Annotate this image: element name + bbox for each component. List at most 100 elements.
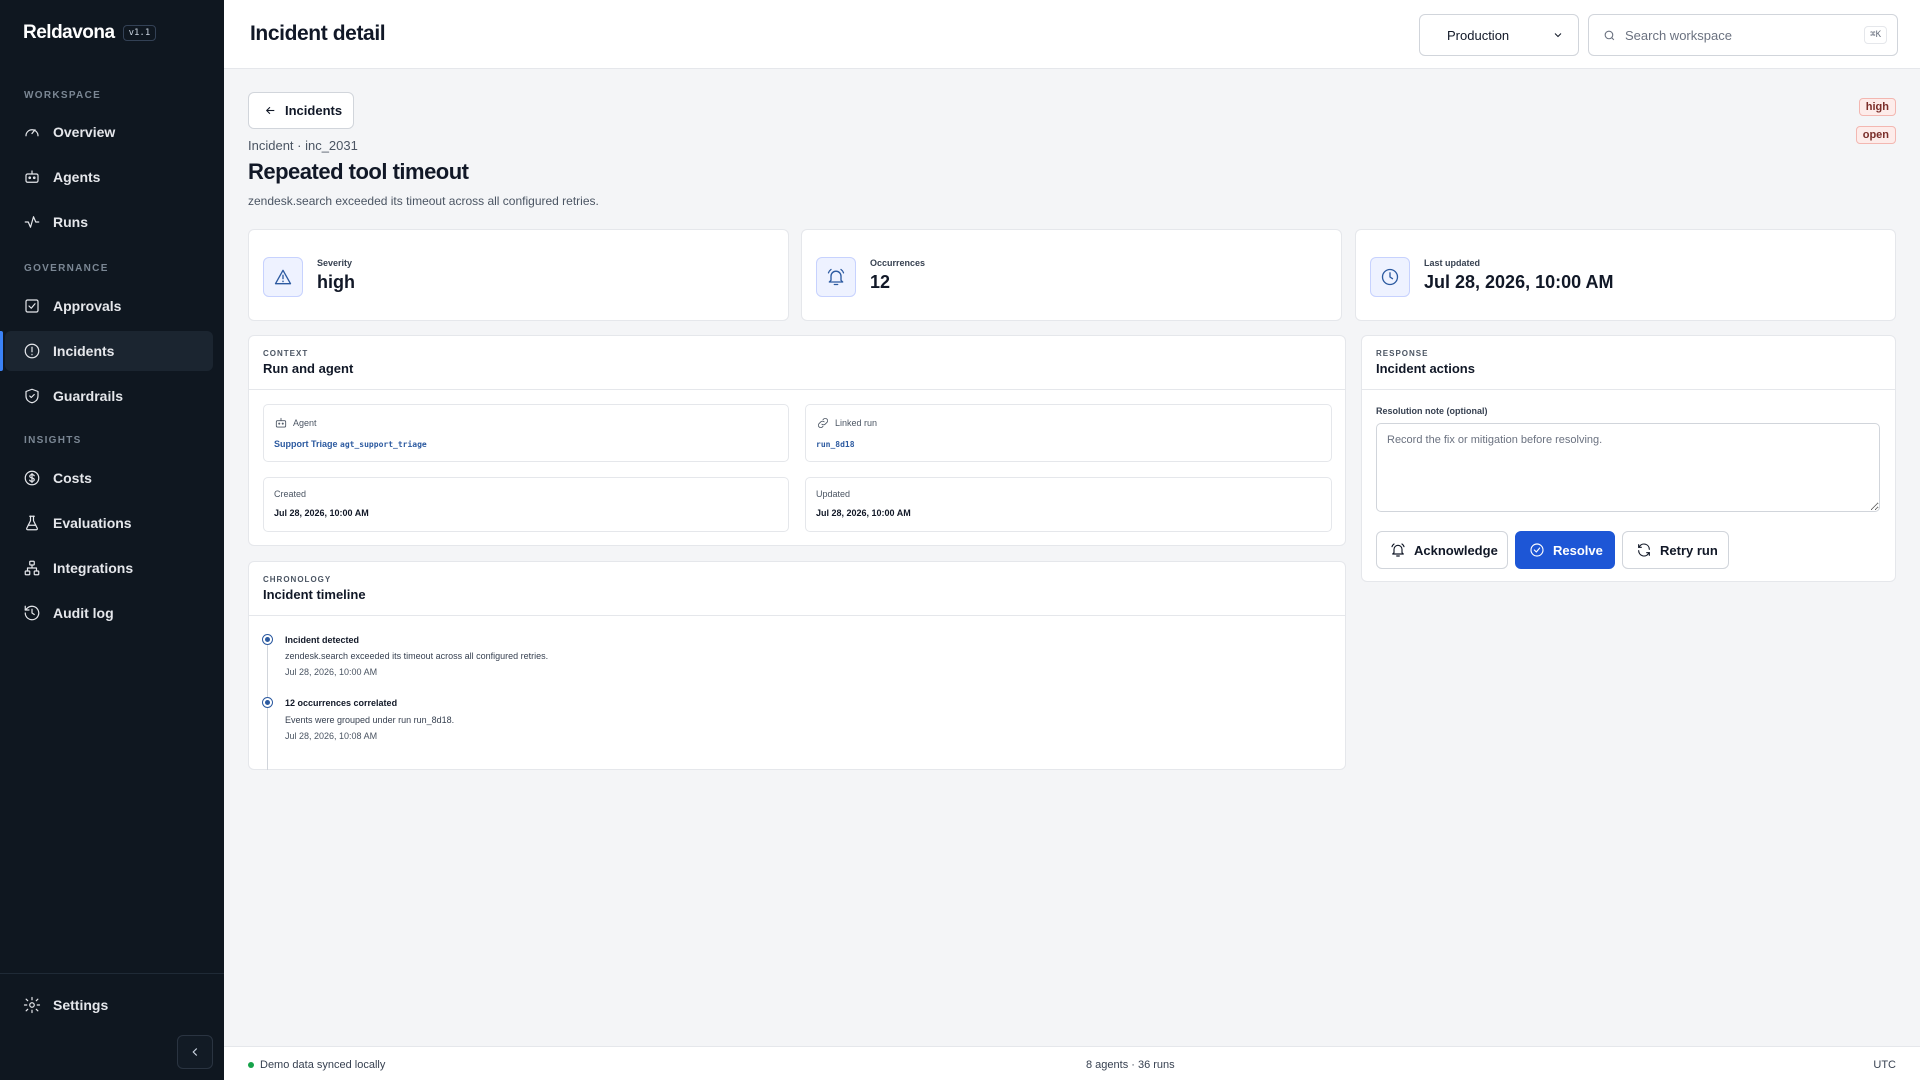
panel-title: Incident timeline <box>263 587 366 602</box>
history-icon <box>24 605 40 621</box>
linked-run-label-text: Linked run <box>835 418 878 428</box>
sync-status-dot <box>248 1062 254 1068</box>
stat-icon-box <box>816 257 856 297</box>
created-field: Created Jul 28, 2026, 10:00 AM <box>263 477 789 532</box>
agent-label: Agent <box>274 416 317 430</box>
created-value: Jul 28, 2026, 10:00 AM <box>274 508 369 518</box>
dollar-circle-icon <box>24 470 40 486</box>
timeline-event-description: Events were grouped under run run_8d18. <box>285 715 455 725</box>
incident-title: Repeated tool timeout <box>248 159 469 184</box>
app-name: Reldavona <box>23 22 115 43</box>
agent-field: Agent Support Triage agt_support_triage <box>263 404 789 462</box>
sidebar-item-label: Incidents <box>53 343 115 359</box>
sidebar-item-guardrails[interactable]: Guardrails <box>5 376 213 416</box>
last-updated-card: Last updated Jul 28, 2026, 10:00 AM <box>1355 229 1896 321</box>
sidebar-item-audit-log[interactable]: Audit log <box>5 593 213 633</box>
gear-icon <box>23 996 41 1014</box>
stat-label: Last updated <box>1424 258 1481 268</box>
stat-icon-box <box>263 257 303 297</box>
incident-description: zendesk.search exceeded its timeout acro… <box>248 194 599 208</box>
stat-value: high <box>317 272 355 292</box>
agent-label-text: Agent <box>293 418 317 428</box>
agent-id: agt_support_triage <box>340 440 427 449</box>
status-bar: Demo data synced locally 8 agents · 36 r… <box>224 1046 1920 1080</box>
search-input[interactable] <box>1625 27 1865 43</box>
sidebar-item-label: Audit log <box>53 605 114 621</box>
chevron-left-icon <box>192 1048 198 1056</box>
sidebar: Reldavona v1.1 WORKSPACE Overview Agents… <box>0 0 224 1080</box>
resolution-note-field[interactable] <box>1376 423 1880 512</box>
resolution-note-label: Resolution note (optional) <box>1376 406 1488 416</box>
timeline-event-title: Incident detected <box>285 635 360 645</box>
occurrences-card: Occurrences 12 <box>801 229 1342 321</box>
panel-title: Incident actions <box>1376 361 1475 376</box>
collapse-sidebar-button[interactable] <box>177 1035 213 1069</box>
created-label: Created <box>274 489 307 499</box>
linked-run-label: Linked run <box>816 416 877 430</box>
sidebar-item-costs[interactable]: Costs <box>5 458 213 498</box>
timeline-event-description: zendesk.search exceeded its timeout acro… <box>285 651 549 661</box>
robot-icon <box>25 170 39 183</box>
breadcrumb: Incident · inc_2031 <box>248 138 358 153</box>
sidebar-item-agents[interactable]: Agents <box>5 157 213 197</box>
linked-run-field: Linked run run_8d18 <box>805 404 1332 462</box>
section-label-governance: GOVERNANCE <box>24 263 109 274</box>
timeline-dot <box>262 634 273 645</box>
updated-label: Updated <box>816 489 851 499</box>
sidebar-item-runs[interactable]: Runs <box>5 202 213 242</box>
sidebar-item-overview[interactable]: Overview <box>5 112 213 152</box>
clock-icon <box>1381 268 1399 286</box>
gauge-icon <box>25 129 39 137</box>
top-header: Incident detail Production ⌘K <box>224 0 1920 69</box>
agent-link[interactable]: Support Triage agt_support_triage <box>274 439 427 449</box>
linked-run-link[interactable]: run_8d18 <box>816 440 855 449</box>
section-label-workspace: WORKSPACE <box>24 90 102 101</box>
status-badge: open <box>1855 126 1896 144</box>
bell-ring-icon <box>827 268 845 286</box>
check-circle-icon <box>1530 543 1544 557</box>
activity-icon <box>24 216 40 228</box>
sidebar-item-incidents[interactable]: Incidents <box>0 331 213 371</box>
sidebar-item-approvals[interactable]: Approvals <box>5 286 213 326</box>
stat-value: Jul 28, 2026, 10:00 AM <box>1424 272 1614 292</box>
response-panel: RESPONSE Incident actions Resolution not… <box>1361 335 1896 582</box>
agent-name: Support Triage <box>274 439 338 449</box>
sidebar-item-label: Agents <box>53 169 101 185</box>
robot-icon <box>275 417 287 428</box>
link-icon <box>818 418 828 428</box>
app-version-badge: v1.1 <box>122 25 157 41</box>
acknowledge-button[interactable]: Acknowledge <box>1376 531 1508 569</box>
resolve-button[interactable]: Resolve <box>1515 531 1615 569</box>
network-icon <box>24 560 40 576</box>
panel-header: CHRONOLOGY Incident timeline <box>249 562 1345 616</box>
resolve-label: Resolve <box>1553 542 1603 558</box>
brand[interactable]: Reldavona v1.1 <box>23 22 157 44</box>
sidebar-item-label: Settings <box>53 997 109 1013</box>
shield-check-icon <box>25 388 39 404</box>
sidebar-item-label: Integrations <box>53 560 134 576</box>
stat-value: 12 <box>870 272 891 292</box>
retry-run-button[interactable]: Retry run <box>1622 531 1729 569</box>
sidebar-item-integrations[interactable]: Integrations <box>5 548 213 588</box>
severity-card: Severity high <box>248 229 789 321</box>
sidebar-item-label: Overview <box>53 124 116 140</box>
alert-circle-icon <box>24 343 40 359</box>
severity-badge: high <box>1858 98 1896 116</box>
sync-status: Demo data synced locally <box>248 1059 385 1071</box>
back-to-incidents-button[interactable]: Incidents <box>248 92 354 129</box>
section-label-insights: INSIGHTS <box>24 435 82 446</box>
refresh-icon <box>1638 543 1650 557</box>
panel-header: CONTEXT Run and agent <box>249 336 1345 390</box>
sidebar-item-label: Guardrails <box>53 388 124 404</box>
sidebar-item-label: Approvals <box>53 298 122 314</box>
sidebar-item-settings[interactable]: Settings <box>5 985 213 1025</box>
context-panel: CONTEXT Run and agent Agent Support Tria… <box>248 335 1346 546</box>
flask-icon <box>26 515 38 531</box>
sidebar-item-evaluations[interactable]: Evaluations <box>5 503 213 543</box>
search-box[interactable]: ⌘K <box>1588 14 1898 56</box>
sync-status-text: Demo data synced locally <box>260 1059 386 1071</box>
environment-select[interactable]: Production <box>1419 14 1579 56</box>
acknowledge-label: Acknowledge <box>1414 542 1498 558</box>
panel-kicker: CONTEXT <box>263 349 309 358</box>
search-shortcut: ⌘K <box>1864 26 1887 44</box>
